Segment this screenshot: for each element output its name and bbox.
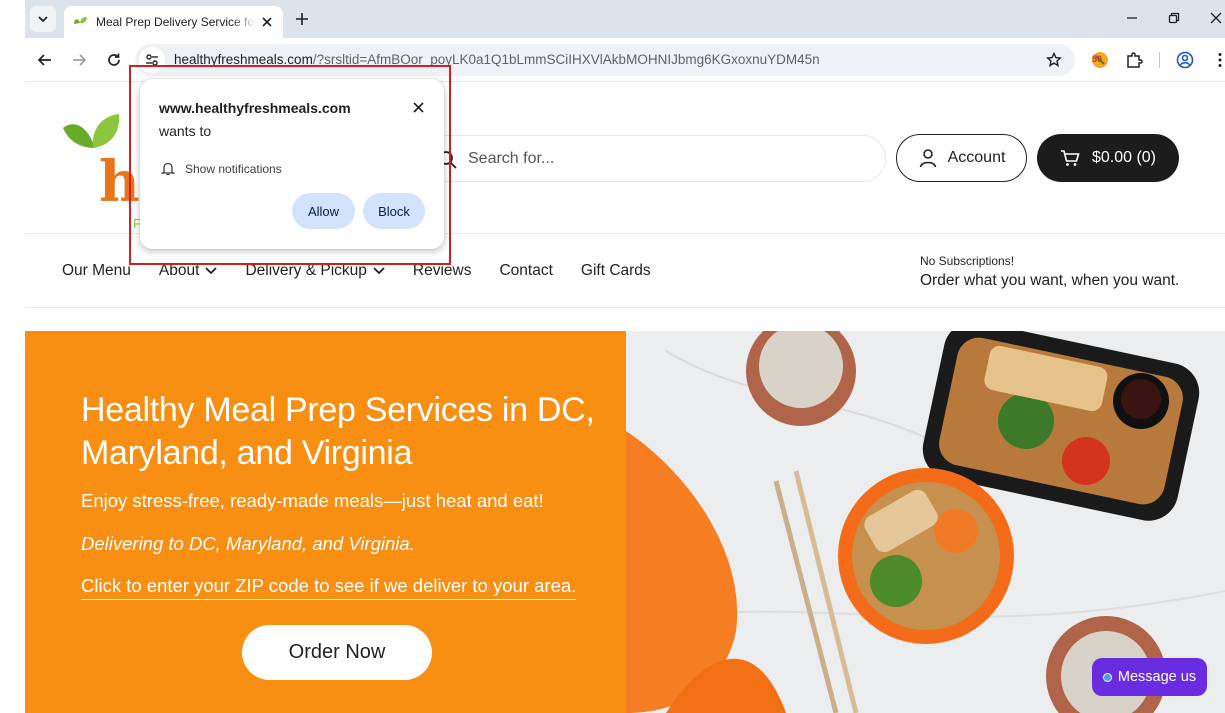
kebab-menu-icon: [1218, 53, 1222, 67]
puzzle-icon: [1127, 52, 1143, 68]
hero-food-image: [626, 331, 1225, 713]
chevron-down-icon: [373, 267, 385, 275]
minimize-icon: [1127, 17, 1137, 19]
hero-delivery-note: Delivering to DC, Maryland, and Virginia…: [81, 533, 415, 554]
profile-button[interactable]: [1173, 48, 1197, 72]
close-icon: [412, 101, 424, 113]
plus-icon: [296, 13, 308, 25]
extension-badge: 50: [1092, 54, 1103, 64]
tab-search-button[interactable]: [30, 6, 56, 32]
new-tab-button[interactable]: [291, 8, 313, 30]
block-button[interactable]: Block: [363, 193, 425, 229]
tab-close-icon[interactable]: [259, 14, 275, 30]
tab-title: Meal Prep Delivery Service for W: [96, 15, 256, 29]
nav-item-label: Gift Cards: [580, 262, 651, 279]
nav-item-contact[interactable]: Contact: [499, 262, 552, 280]
reload-icon: [108, 53, 120, 66]
promo-small-text: No Subscriptions!: [920, 254, 1015, 268]
leaf-favicon-icon: [72, 14, 88, 30]
cart-button[interactable]: $0.00 (0): [1037, 134, 1179, 182]
promo-text: Order what you want, when you want.: [920, 272, 1180, 289]
reload-button[interactable]: [102, 48, 126, 72]
zip-code-link[interactable]: Click to enter your ZIP code to see if w…: [81, 575, 577, 600]
notification-permission-popup: www.healthyfreshmeals.com wants to Show …: [140, 79, 444, 249]
restore-button[interactable]: [1159, 4, 1189, 32]
hero-title: Healthy Meal Prep Services in DC, Maryla…: [81, 391, 595, 472]
permission-wants-to: wants to: [159, 123, 212, 139]
cart-icon: [1060, 150, 1080, 166]
permission-host: www.healthyfreshmeals.com: [159, 100, 351, 116]
account-button[interactable]: Account: [896, 134, 1027, 182]
order-now-button[interactable]: Order Now: [242, 625, 432, 680]
restore-icon: [1168, 12, 1180, 24]
forward-button[interactable]: [67, 48, 91, 72]
menu-button[interactable]: [1208, 48, 1225, 72]
extension-coupon-button[interactable]: 50: [1088, 48, 1112, 72]
nav-item-label: Our Menu: [62, 262, 131, 279]
cart-total: $0.00 (0): [1091, 149, 1157, 166]
meal-prep-image: [626, 331, 1225, 713]
promo-banner: No Subscriptions! Order what you want, w…: [920, 254, 1179, 290]
tab-strip: Meal Prep Delivery Service for W: [25, 0, 1225, 38]
close-window-button[interactable]: [1201, 4, 1225, 32]
arrow-left-icon: [37, 54, 51, 66]
online-dot-icon: [1102, 672, 1112, 682]
chevron-down-icon: [38, 16, 48, 23]
toolbar-divider: [1159, 52, 1160, 68]
chevron-down-icon: [205, 267, 218, 275]
hero-panel: Healthy Meal Prep Services in DC, Maryla…: [25, 331, 626, 713]
hero-section: Healthy Meal Prep Services in DC, Maryla…: [25, 331, 1225, 713]
bookmark-button[interactable]: [1043, 49, 1065, 71]
message-us-label: Message us: [1117, 669, 1197, 685]
close-icon: [1210, 12, 1222, 24]
nav-item-gift-cards[interactable]: Gift Cards: [581, 262, 651, 280]
message-us-button[interactable]: Message us: [1092, 658, 1207, 696]
popup-close-button[interactable]: [410, 99, 426, 115]
left-gutter: [0, 0, 25, 713]
account-label: Account: [947, 149, 1006, 166]
search-input[interactable]: [468, 146, 868, 172]
profile-icon: [1176, 51, 1194, 69]
permission-label: Show notifications: [185, 161, 282, 176]
search-box[interactable]: [425, 135, 886, 182]
back-button[interactable]: [33, 48, 57, 72]
user-icon: [919, 149, 936, 168]
hero-subtitle: Enjoy stress-free, ready-made meals—just…: [81, 490, 544, 511]
extensions-button[interactable]: [1122, 48, 1146, 72]
arrow-right-icon: [73, 54, 87, 66]
allow-button[interactable]: Allow: [292, 193, 355, 229]
permission-row: Show notifications: [161, 161, 282, 176]
bell-icon: [161, 162, 175, 176]
minimize-button[interactable]: [1117, 4, 1147, 32]
nav-item-our-menu[interactable]: Our Menu: [62, 262, 131, 280]
active-tab[interactable]: Meal Prep Delivery Service for W: [64, 6, 283, 38]
star-icon: [1046, 52, 1062, 67]
nav-item-label: Contact: [499, 262, 553, 279]
